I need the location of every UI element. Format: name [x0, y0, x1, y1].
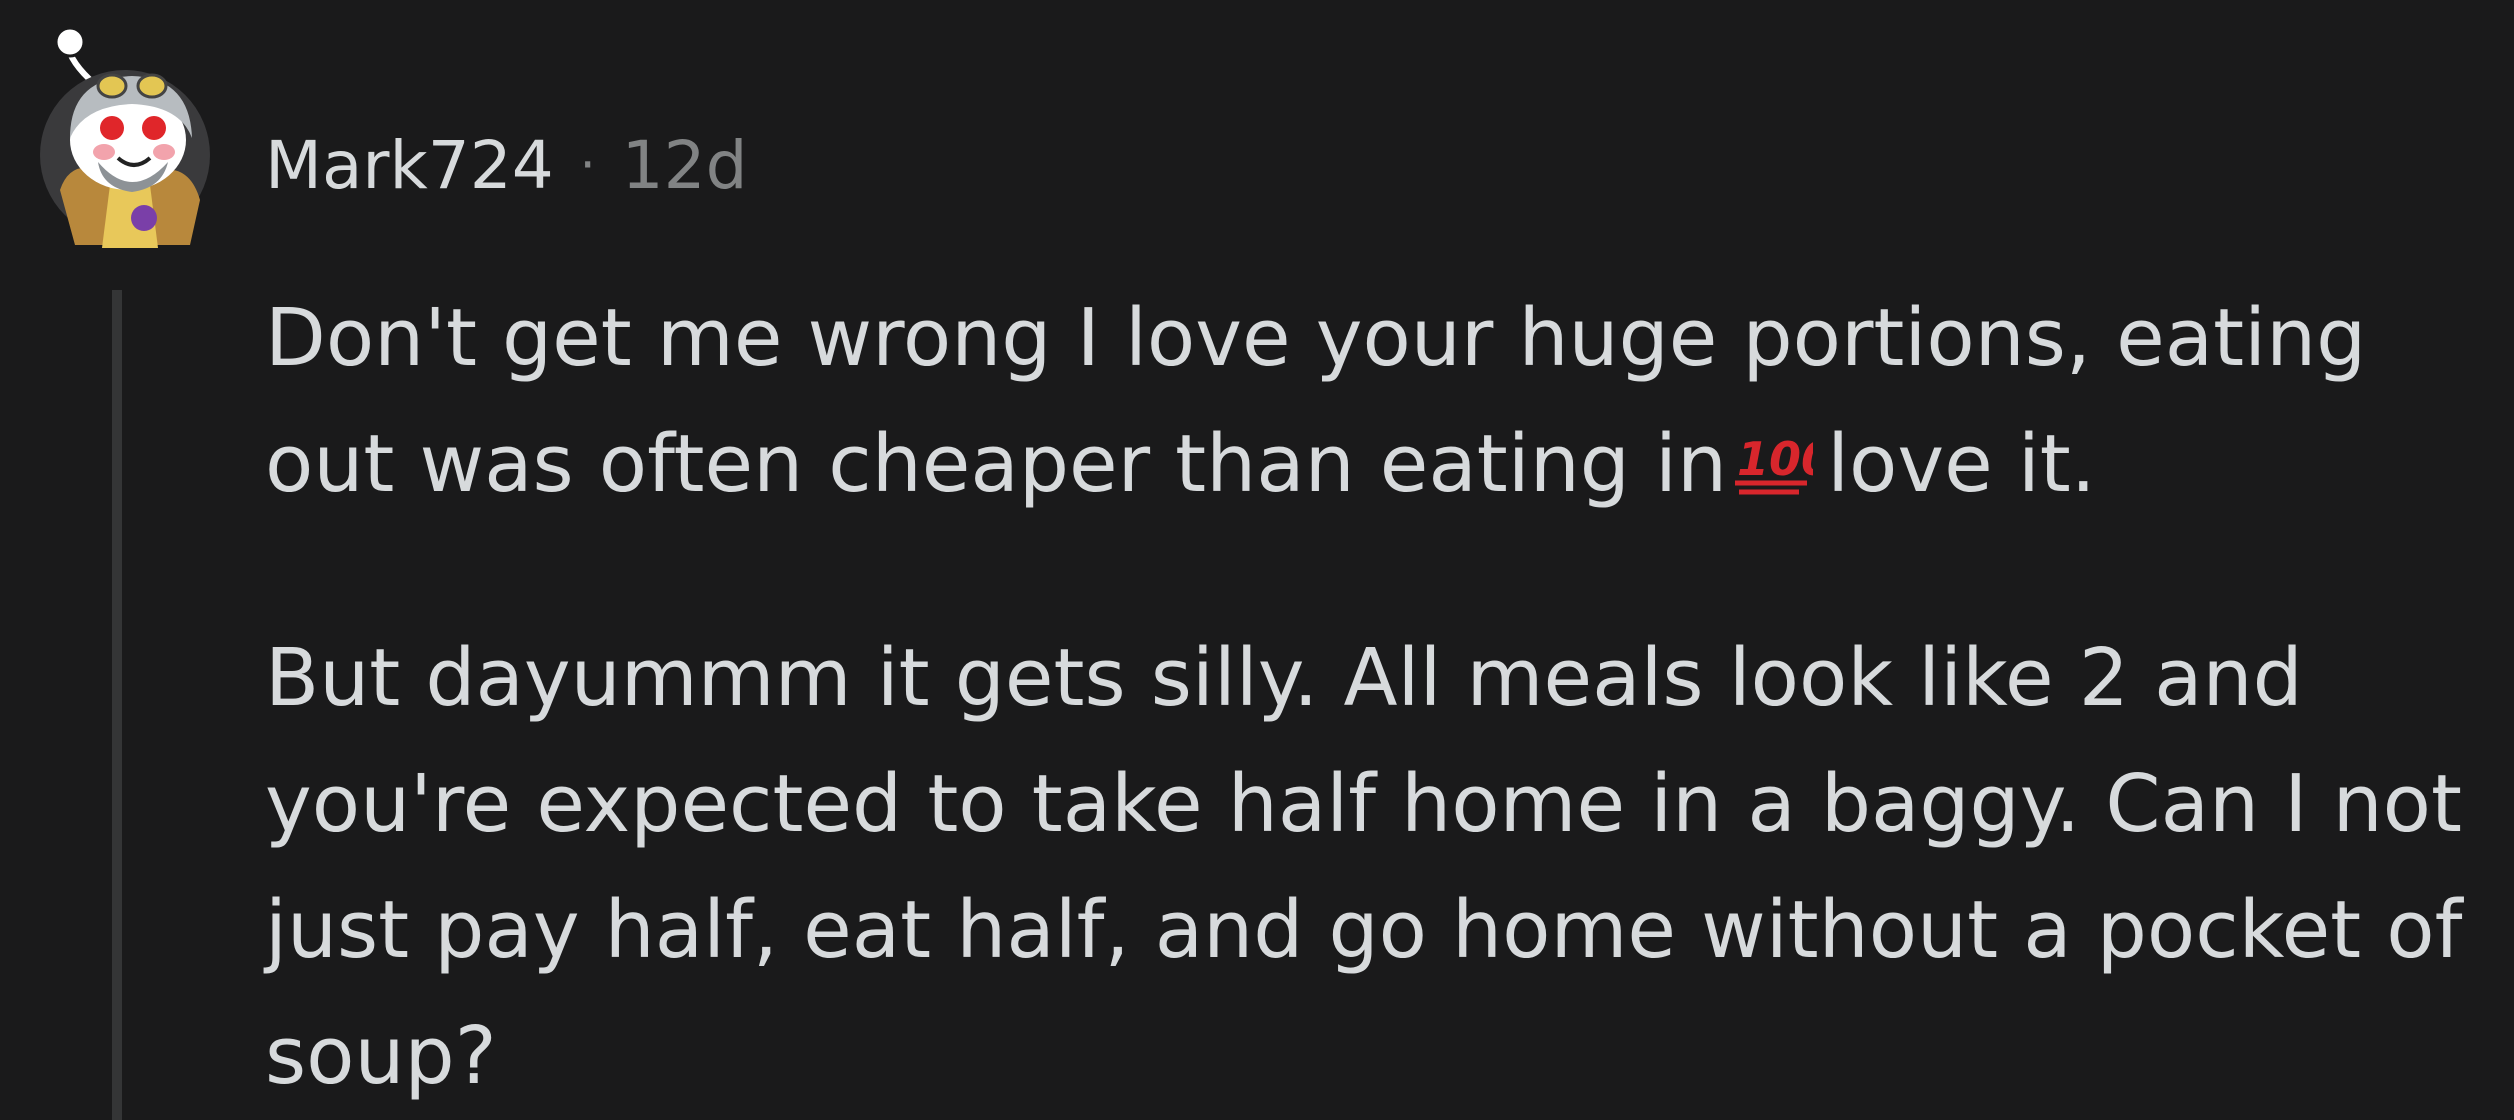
comment-paragraph: But dayummm it gets silly. All meals loo… [265, 632, 2463, 1102]
user-avatar[interactable] [40, 20, 220, 250]
svg-text:100: 100 [1737, 432, 1813, 486]
snoo-avatar-icon [40, 26, 210, 248]
comment-paragraph: Don't get me wrong I love your huge port… [265, 275, 2485, 527]
comment-timestamp[interactable]: 12d [622, 127, 748, 204]
author-username[interactable]: Mark724 [265, 127, 554, 204]
comment-body: Don't get me wrong I love your huge port… [265, 275, 2485, 1119]
hundred-points-emoji-icon: 100 [1733, 407, 1833, 495]
comment: Mark724 · 12d Don't get me wrong I love … [0, 0, 2514, 1120]
thread-collapse-line[interactable] [112, 290, 122, 1120]
meta-separator: · [579, 136, 596, 194]
comment-meta: Mark724 · 12d [265, 120, 748, 210]
paragraph-text-end: love it. [1827, 418, 2096, 510]
